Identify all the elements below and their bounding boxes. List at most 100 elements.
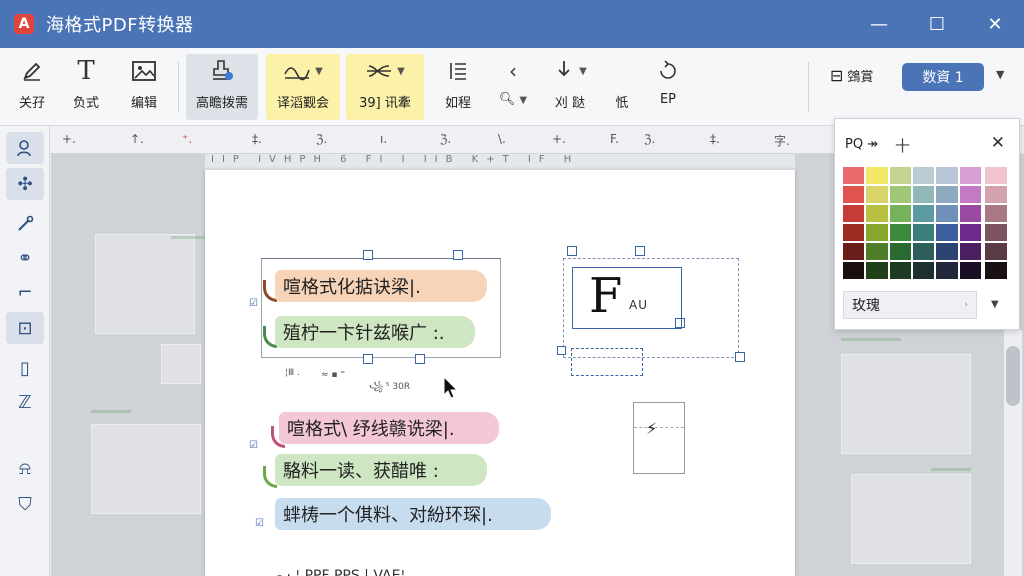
color-swatch[interactable] <box>843 224 865 241</box>
color-swatch[interactable] <box>959 167 981 184</box>
resize-handle[interactable] <box>735 352 745 362</box>
color-swatch[interactable] <box>913 186 935 203</box>
color-swatch[interactable] <box>889 205 911 222</box>
user-icon[interactable] <box>6 132 44 164</box>
scrollbar-thumb[interactable] <box>1006 346 1020 406</box>
color-swatch[interactable] <box>959 205 981 222</box>
annotate-button[interactable]: 关孖 <box>12 54 52 120</box>
highlight-note[interactable]: 喧格式\ 纾线赣诜梁|. <box>279 412 499 444</box>
color-swatch[interactable] <box>936 262 958 279</box>
color-swatch[interactable] <box>866 205 888 222</box>
highlight-button[interactable]: ▼ 译滔觐会 <box>266 54 340 120</box>
color-swatch[interactable] <box>889 167 911 184</box>
color-swatch[interactable] <box>959 243 981 260</box>
text-box[interactable]: F AU <box>572 267 682 329</box>
comment-icon[interactable]: ⊡ <box>6 312 44 344</box>
color-swatch[interactable] <box>936 167 958 184</box>
close-icon[interactable]: ✕ <box>991 133 1005 153</box>
highlight-note[interactable]: 喧格式化掂诀梁|. <box>275 270 487 302</box>
color-swatch[interactable] <box>959 186 981 203</box>
chevron-down-icon[interactable]: ▼ <box>996 68 1004 81</box>
resize-handle[interactable] <box>635 246 645 256</box>
color-swatch[interactable] <box>936 243 958 260</box>
highlight-note[interactable]: 殖柠一卞针兹喉广 :. <box>275 316 475 348</box>
color-swatch[interactable] <box>936 186 958 203</box>
resize-handle[interactable] <box>363 250 373 260</box>
color-swatch[interactable] <box>866 224 888 241</box>
shield-icon[interactable]: ⛉ <box>6 488 44 520</box>
highlight-note[interactable]: 蝆梼一个倛料、对紛环琛|. <box>275 498 551 530</box>
share-button[interactable]: ⊟ 鵼賞 <box>830 60 890 90</box>
resize-handle[interactable] <box>363 354 373 364</box>
color-swatch[interactable] <box>866 243 888 260</box>
note-marker[interactable]: ☑ <box>255 518 264 529</box>
color-swatch[interactable] <box>843 262 865 279</box>
strikethrough-button[interactable]: ▼ 39] 讯牽 <box>346 54 424 120</box>
color-swatch[interactable] <box>889 186 911 203</box>
color-swatch[interactable] <box>889 262 911 279</box>
download-button[interactable]: ▼ 刈 跶 <box>540 54 600 120</box>
color-swatch[interactable] <box>866 262 888 279</box>
search-icon: 🔍︎ ▼ <box>498 92 528 107</box>
color-swatch[interactable] <box>843 167 865 184</box>
group-icon[interactable]: ✣ <box>6 168 44 200</box>
color-swatch[interactable] <box>913 224 935 241</box>
link-icon[interactable]: ⚭ <box>6 242 44 274</box>
add-icon[interactable]: 十 <box>895 135 910 156</box>
sign-icon[interactable]: ℤ <box>6 386 44 418</box>
title-bar: A 海格式PDF转换器 — ☐ ✕ <box>0 0 1024 48</box>
maximize-button[interactable]: ☐ <box>908 0 966 48</box>
color-swatch[interactable] <box>866 186 888 203</box>
color-swatch[interactable] <box>889 243 911 260</box>
color-scheme-select[interactable]: 玫瑰 › <box>843 291 977 319</box>
minimize-button[interactable]: — <box>850 0 908 48</box>
color-swatch[interactable] <box>866 167 888 184</box>
color-swatch[interactable] <box>889 224 911 241</box>
resize-handle[interactable] <box>415 354 425 364</box>
color-swatch[interactable] <box>913 243 935 260</box>
crop-icon[interactable]: ⌐ <box>6 276 44 308</box>
left-tool-rail: ✣ ⚭ ⌐ ⊡ ▯ ℤ ⍾ ⛉ <box>0 126 50 576</box>
document-icon[interactable]: ▯ <box>6 352 44 384</box>
resize-handle[interactable] <box>567 246 577 256</box>
text-button[interactable]: T 负式 <box>66 54 106 120</box>
color-swatch[interactable] <box>843 205 865 222</box>
note-marker[interactable]: ☑ <box>249 298 258 309</box>
color-palette-extra <box>985 167 1007 279</box>
ribbon-toolbar: 关孖 T 负式 编辑 高瞻拨需 ▼ 译滔觐会 ▼ 39] 讯牽 如程 ‹ 🔍︎ … <box>0 48 1024 126</box>
chevron-left-icon: ‹ <box>509 59 517 83</box>
list-button[interactable]: 如程 <box>438 54 478 120</box>
color-swatch[interactable] <box>913 167 935 184</box>
highlight-note[interactable]: 駱料一读、获醋唯 : <box>275 454 487 486</box>
stamp-button[interactable]: 高瞻拨需 <box>186 54 258 120</box>
stamp-tool-icon[interactable]: ⍾ <box>6 452 44 484</box>
search-button[interactable]: ‹ 🔍︎ ▼ <box>496 54 530 120</box>
tool-button[interactable]: 忯 <box>608 54 636 120</box>
color-swatch[interactable] <box>843 186 865 203</box>
resize-handle[interactable] <box>453 250 463 260</box>
color-swatch[interactable] <box>985 262 1007 279</box>
color-swatch[interactable] <box>959 224 981 241</box>
pen-tool-icon[interactable] <box>6 208 44 240</box>
color-swatch[interactable] <box>913 205 935 222</box>
color-swatch[interactable] <box>985 186 1007 203</box>
color-swatch[interactable] <box>913 262 935 279</box>
color-swatch[interactable] <box>936 224 958 241</box>
color-swatch[interactable] <box>985 205 1007 222</box>
chevron-down-icon[interactable]: ▼ <box>991 299 999 310</box>
pdf-page[interactable]: 喧格式化掂诀梁|. ☑ 殖柠一卞针兹喉广 :. ¦Ⅲ . ≈ ▪ ⁼ ꧁ ⁵ 3… <box>205 170 795 576</box>
color-swatch[interactable] <box>985 243 1007 260</box>
stamp-box[interactable]: ⚡ <box>633 402 685 474</box>
rotate-button[interactable]: EP <box>648 54 688 120</box>
app-logo-icon: A <box>14 14 34 34</box>
color-swatch[interactable] <box>936 205 958 222</box>
color-swatch[interactable] <box>959 262 981 279</box>
note-marker[interactable]: ☑ <box>249 440 258 451</box>
color-swatch[interactable] <box>985 167 1007 184</box>
resize-handle[interactable] <box>557 346 566 355</box>
close-window-button[interactable]: ✕ <box>966 0 1024 48</box>
edit-button[interactable]: 编辑 <box>122 54 166 120</box>
color-swatch[interactable] <box>985 224 1007 241</box>
color-swatch[interactable] <box>843 243 865 260</box>
page-count-pill[interactable]: 数資 1 <box>902 63 984 91</box>
